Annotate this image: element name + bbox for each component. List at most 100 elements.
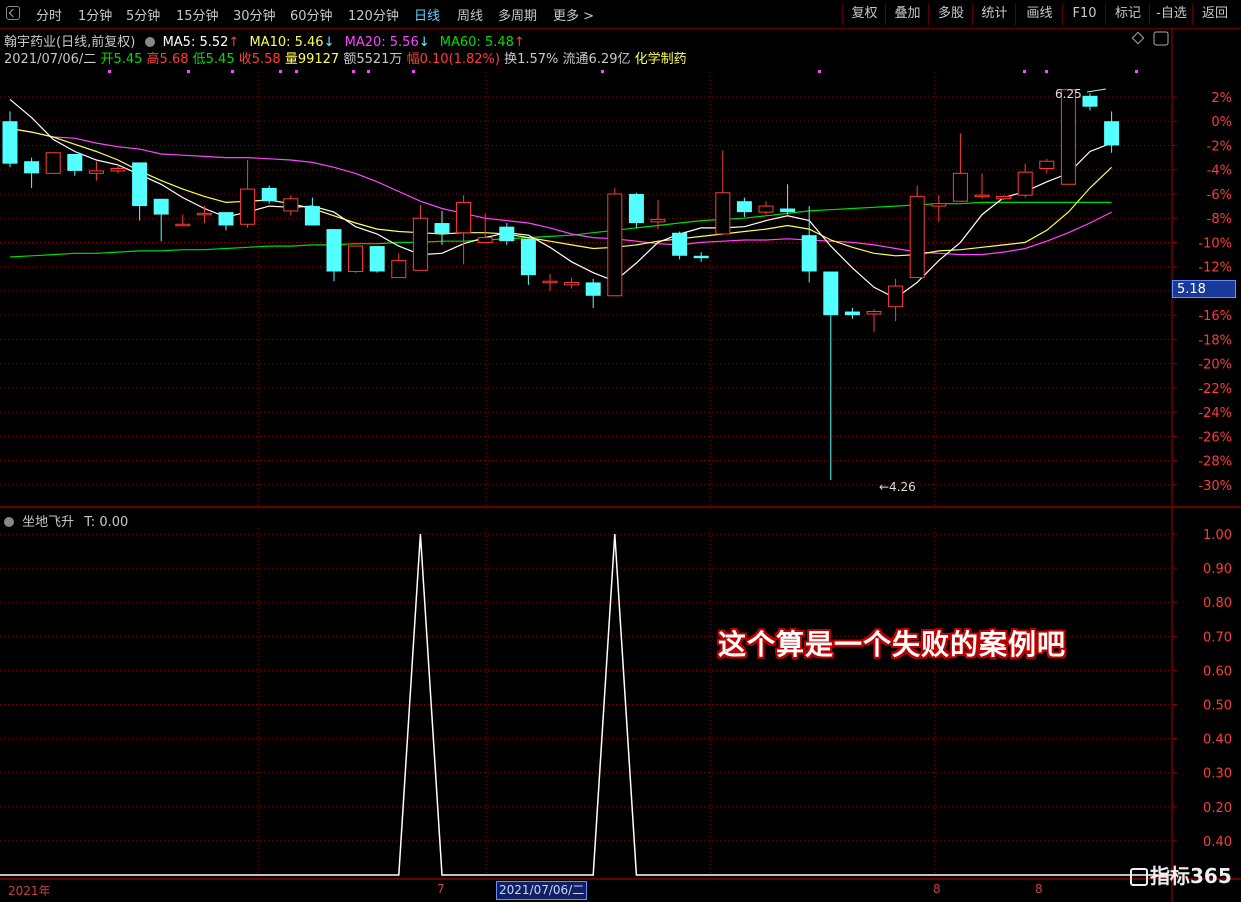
- y-tick-label: -20%: [1198, 358, 1232, 373]
- axis-month-label: 8: [1035, 882, 1043, 896]
- ma60-line: [9, 201, 1112, 258]
- event-marker: [1135, 70, 1138, 73]
- event-marker: [187, 70, 190, 73]
- y-tick-label: -22%: [1198, 382, 1232, 397]
- y-tick-label: -16%: [1198, 309, 1232, 324]
- candle: [326, 229, 342, 282]
- y-tick-label: -12%: [1198, 261, 1232, 276]
- y-tick-label: -6%: [1207, 188, 1232, 203]
- candle: [304, 197, 320, 226]
- watermark: 指标365: [1130, 860, 1232, 889]
- indicator-header: 坐地飞升 T: 0.00: [4, 511, 128, 530]
- candle: [564, 277, 580, 289]
- indicator-y-axis: 1.00 0.90 0.80 0.70 0.60 0.50 0.40 0.30 0.20 0.40: [1172, 528, 1232, 850]
- candle: [996, 195, 1012, 201]
- ma10-line: [9, 127, 1113, 257]
- candle: [67, 153, 83, 176]
- candle: [434, 210, 450, 245]
- moving-average-lines: [9, 98, 1113, 299]
- candle: [391, 253, 407, 279]
- y-tick-label: -4%: [1207, 164, 1232, 179]
- axis-month-label: 7: [437, 882, 445, 896]
- watermark-text: 指标365: [1150, 864, 1232, 888]
- candle: [283, 195, 299, 216]
- candle: [801, 206, 817, 283]
- candle: [931, 195, 947, 222]
- candle: [909, 185, 925, 279]
- candle: [196, 206, 212, 224]
- candle: [672, 231, 688, 260]
- candle: [499, 223, 515, 245]
- chart-grid: [0, 28, 1241, 902]
- candle: [715, 150, 731, 235]
- candle: [952, 133, 968, 202]
- candle: [175, 214, 191, 227]
- cursor-date-tag: 2021/07/06/二: [496, 881, 588, 900]
- candle: [1039, 158, 1055, 174]
- candle: [542, 273, 558, 291]
- event-marker: [1023, 70, 1026, 73]
- event-marker: [231, 70, 234, 73]
- period-low-label: ←4.26: [879, 480, 916, 494]
- candle: [45, 152, 61, 174]
- event-marker: [412, 70, 415, 73]
- diamond-icon[interactable]: [1131, 31, 1145, 45]
- event-marker: [108, 70, 111, 73]
- indicator-t-value: T: 0.00: [84, 515, 129, 530]
- candle: [585, 278, 601, 308]
- ma5-line: [9, 98, 1112, 299]
- chart-markers: 6.25 ←4.26: [108, 70, 1138, 494]
- indicator-y-tick-label: 0.30: [1203, 767, 1232, 782]
- candle: [866, 309, 882, 333]
- candle: [261, 185, 277, 204]
- indicator-y-tick-label: 0.20: [1203, 801, 1232, 816]
- axis-start-label: 2021年: [8, 884, 51, 898]
- window-toggle-icon[interactable]: [1153, 31, 1169, 46]
- candle: [628, 192, 644, 228]
- candle: [2, 111, 18, 168]
- y-tick-label: -8%: [1207, 212, 1232, 227]
- y-tick-label: -2%: [1207, 139, 1232, 154]
- candle: [88, 161, 104, 181]
- indicator-y-tick-label: 0.90: [1203, 562, 1232, 577]
- indicator-y-tick-label: 0.50: [1203, 699, 1232, 714]
- watermark-logo-icon: [1130, 868, 1148, 886]
- event-marker: [601, 70, 604, 73]
- candle: [844, 307, 860, 319]
- event-marker: [279, 70, 282, 73]
- event-marker: [818, 70, 821, 73]
- candle: [24, 157, 40, 188]
- event-marker: [295, 70, 298, 73]
- candle: [607, 187, 623, 297]
- candle: [693, 252, 709, 262]
- candle: [369, 246, 385, 273]
- candle: [348, 245, 364, 273]
- y-tick-label: -30%: [1198, 479, 1232, 494]
- candle: [823, 271, 839, 480]
- indicator-y-tick-label: 0.40: [1203, 733, 1232, 748]
- candle: [456, 195, 472, 265]
- candle: [758, 201, 774, 215]
- period-high-label: 6.25: [1055, 87, 1082, 101]
- annotation-text: 这个算是一个失败的案例吧: [718, 628, 1067, 661]
- candlestick-series: [2, 89, 1120, 480]
- indicator-y-tick-label: 0.80: [1203, 596, 1232, 611]
- y-tick-label: 2%: [1211, 91, 1232, 106]
- y-tick-label: -18%: [1198, 333, 1232, 348]
- candle: [520, 238, 536, 285]
- candle: [974, 173, 990, 199]
- candle: [1017, 163, 1033, 198]
- indicator-y-tick-label: 0.70: [1203, 630, 1232, 645]
- chart-canvas[interactable]: 2%0%-2%-4%-6%-8%-10%-12%-14%-16%-18%-20%…: [0, 0, 1241, 902]
- candle: [1060, 89, 1076, 185]
- y-tick-label: -28%: [1198, 455, 1232, 470]
- candle: [1104, 111, 1120, 153]
- event-marker: [367, 70, 370, 73]
- indicator-toggle-icon[interactable]: [4, 517, 14, 527]
- candle: [110, 164, 126, 174]
- current-price-tag: 5.18: [1172, 280, 1236, 298]
- indicator-y-tick-label: 0.40: [1203, 835, 1232, 850]
- axis-month-label: 8: [933, 882, 941, 896]
- y-tick-label: -26%: [1198, 430, 1232, 445]
- y-tick-label: 0%: [1211, 115, 1232, 130]
